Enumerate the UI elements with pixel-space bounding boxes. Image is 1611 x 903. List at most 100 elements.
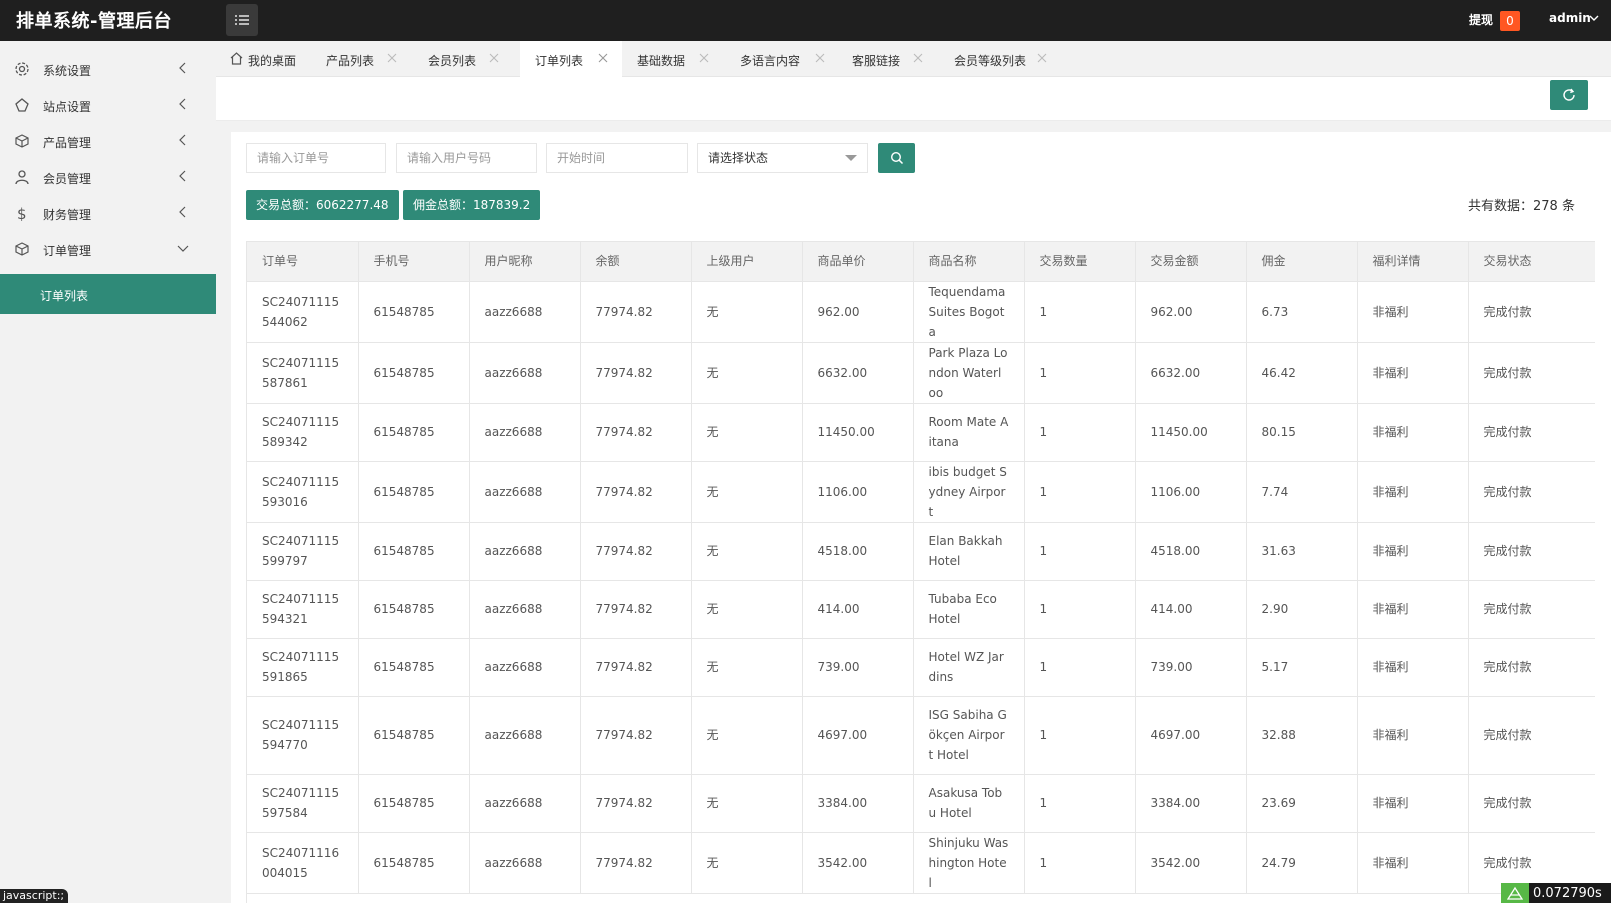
sidebar-item-product-management[interactable]: 产品管理 [0, 123, 216, 159]
table-cell: 1 [1024, 638, 1136, 697]
sidebar: 系统设置 站点设置 产品管理 会员管理 $ 财务管理 订单管理 订单列表 [0, 41, 216, 903]
start-time-input[interactable]: 开始时间 [546, 143, 688, 173]
table-cell: 77974.82 [580, 638, 692, 697]
status-select[interactable]: 请选择状态 [697, 143, 868, 173]
table-row: SC24071115597584 61548785 aazz6688 77974.82… [247, 774, 1595, 833]
table-cell: 非福利 [1357, 832, 1469, 894]
table-row: SC24071115594321 61548785 aazz6688 77974.82… [247, 580, 1595, 639]
trade-total-button[interactable]: 交易总额：6062277.48 [246, 190, 399, 220]
user-menu[interactable]: admin [1549, 11, 1591, 25]
record-count: 共有数据：278 条 [1468, 199, 1575, 214]
table-cell: aazz6688 [469, 522, 581, 581]
commission-total-button[interactable]: 佣金总额：187839.2 [403, 190, 541, 220]
table-cell: 2.90 [1246, 580, 1358, 639]
app-title: 排单系统-管理后台 [16, 11, 172, 32]
table-cell: 77974.82 [580, 281, 692, 343]
tab-product-list[interactable]: 产品列表 [311, 41, 412, 77]
tab-bar: 我的桌面 产品列表 会员列表 订单列表 基础数据 多语言内容 客服链接 会员等级… [216, 41, 1611, 77]
user-number-input[interactable]: 请输入用户号码 [396, 143, 537, 173]
sidebar-item-finance-management[interactable]: $ 财务管理 [0, 195, 216, 231]
table-cell: SC24071115593016 [247, 461, 359, 523]
table-cell: 无 [691, 461, 803, 523]
table-cell: 完成付款 [1468, 696, 1595, 775]
table-row: SC24071115587861 61548785 aazz6688 77974.82… [247, 342, 1595, 404]
sidebar-item-order-management[interactable]: 订单管理 [0, 231, 216, 267]
table-cell: 11450.00 [1135, 403, 1247, 462]
close-icon[interactable] [699, 53, 709, 63]
table-cell: 完成付款 [1468, 342, 1595, 404]
close-icon[interactable] [387, 53, 397, 63]
table-cell: 1 [1024, 342, 1136, 404]
refresh-icon [1563, 88, 1575, 101]
column-header: 商品名称 [913, 242, 1025, 282]
sidebar-item-site-settings[interactable]: 站点设置 [0, 87, 216, 123]
table-cell: SC24071115594770 [247, 696, 359, 775]
sidebar-item-label: 站点设置 [43, 100, 92, 114]
table-cell: SC24071115591865 [247, 638, 359, 697]
close-icon[interactable] [913, 53, 923, 63]
table-cell: 完成付款 [1468, 774, 1595, 833]
tab-member-list[interactable]: 会员列表 [412, 41, 515, 77]
table-cell: Shinjuku Washington Hotel [913, 832, 1025, 894]
table-cell: Tequendama Suites Bogota [913, 281, 1025, 343]
column-header: 交易状态 [1468, 242, 1595, 282]
close-icon[interactable] [815, 53, 825, 63]
withdraw-link[interactable]: 提现 [1469, 11, 1493, 28]
search-button[interactable] [878, 143, 915, 173]
table-cell: 6632.00 [1135, 342, 1247, 404]
table-cell: SC24071116004015 [247, 832, 359, 894]
table-cell: aazz6688 [469, 281, 581, 343]
table-cell: 77974.82 [580, 696, 692, 775]
table-cell: 1106.00 [1135, 461, 1247, 523]
chevron-left-icon [179, 98, 186, 110]
table-row: SC24071115593016 61548785 aazz6688 77974.82… [247, 461, 1595, 523]
menu-toggle-button[interactable] [226, 4, 258, 36]
table-cell: Tubaba Eco Hotel [913, 580, 1025, 639]
search-icon [890, 151, 903, 165]
table-cell: 非福利 [1357, 696, 1469, 775]
table-cell: 61548785 [358, 461, 470, 523]
table-cell: 24.79 [1246, 832, 1358, 894]
table-cell: 61548785 [358, 342, 470, 404]
tab-desktop[interactable]: 我的桌面 [216, 41, 311, 77]
sidebar-item-system-settings[interactable]: 系统设置 [0, 51, 216, 87]
page-timer: 0.072790s [1501, 883, 1611, 903]
table-cell: 非福利 [1357, 638, 1469, 697]
tab-member-level-list[interactable]: 会员等级列表 [938, 41, 1068, 77]
tab-base-data[interactable]: 基础数据 [622, 41, 724, 77]
table-cell: 1 [1024, 696, 1136, 775]
table-cell: 无 [691, 403, 803, 462]
sidebar-item-member-management[interactable]: 会员管理 [0, 159, 216, 195]
table-cell: 6.73 [1246, 281, 1358, 343]
table-cell: 非福利 [1357, 522, 1469, 581]
tab-service-links[interactable]: 客服链接 [837, 41, 938, 77]
sidebar-subitem-order-list[interactable]: 订单列表 [0, 274, 216, 314]
table-cell: Elan Bakkah Hotel [913, 522, 1025, 581]
tab-label: 会员列表 [428, 54, 477, 68]
table-cell: 完成付款 [1468, 461, 1595, 523]
sidebar-subitem-label: 订单列表 [40, 289, 89, 303]
tab-order-list[interactable]: 订单列表 [520, 41, 622, 77]
browser-status-url: javascript:; [0, 889, 68, 903]
table-cell: 完成付款 [1468, 638, 1595, 697]
close-icon[interactable] [489, 53, 499, 63]
table-cell: 非福利 [1357, 461, 1469, 523]
table-cell: 无 [691, 342, 803, 404]
tab-multilang-content[interactable]: 多语言内容 [724, 41, 837, 77]
order-number-input[interactable]: 请输入订单号 [246, 143, 386, 173]
table-cell: Hotel WZ Jardins [913, 638, 1025, 697]
table-cell: aazz6688 [469, 774, 581, 833]
table-cell: 61548785 [358, 403, 470, 462]
table-cell: 非福利 [1357, 281, 1469, 343]
table-cell: 414.00 [802, 580, 914, 639]
table-row: SC24071115544062 61548785 aazz6688 77974.82… [247, 281, 1595, 343]
table-cell: 非福利 [1357, 342, 1469, 404]
caret-down-icon[interactable] [1589, 13, 1599, 23]
table-cell: 1 [1024, 281, 1136, 343]
refresh-button[interactable] [1550, 80, 1588, 110]
table-cell: 1 [1024, 522, 1136, 581]
table-cell: aazz6688 [469, 403, 581, 462]
close-icon[interactable] [1037, 53, 1047, 63]
dollar-icon: $ [17, 205, 27, 221]
close-icon[interactable] [598, 53, 608, 63]
